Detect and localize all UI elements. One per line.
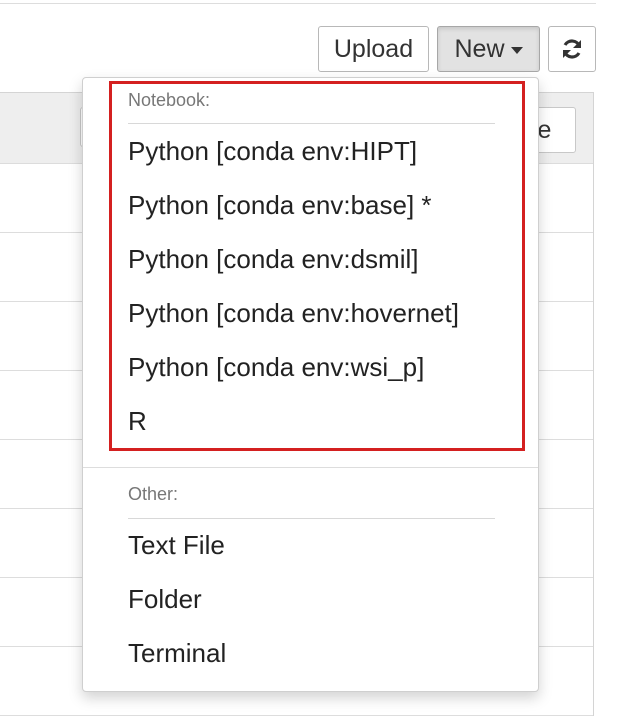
new-dropdown-menu: Notebook: Python [conda env:HIPT] Python… <box>82 77 539 692</box>
menu-item-text-file[interactable]: Text File <box>128 530 225 561</box>
upload-button[interactable]: Upload <box>318 26 429 72</box>
notebook-section-header: Notebook: <box>128 90 211 110</box>
menu-item-python-base[interactable]: Python [conda env:base] * <box>128 190 432 221</box>
menu-divider <box>83 467 538 468</box>
refresh-icon <box>562 39 582 59</box>
new-button-label: New <box>454 35 505 63</box>
other-section-header: Other: <box>128 484 179 504</box>
menu-item-python-hovernet[interactable]: Python [conda env:hovernet] <box>128 298 459 329</box>
section-divider <box>128 123 495 124</box>
menu-item-r[interactable]: R <box>128 406 147 437</box>
section-divider <box>128 518 495 519</box>
menu-item-python-wsi-p[interactable]: Python [conda env:wsi_p] <box>128 352 424 383</box>
new-dropdown-button[interactable]: New <box>437 26 540 72</box>
caret-down-icon <box>510 46 523 54</box>
menu-item-python-dsmil[interactable]: Python [conda env:dsmil] <box>128 244 419 275</box>
menu-item-folder[interactable]: Folder <box>128 584 202 615</box>
top-border <box>0 0 596 4</box>
refresh-button[interactable] <box>548 26 596 72</box>
menu-item-terminal[interactable]: Terminal <box>128 638 226 669</box>
menu-item-python-hipt[interactable]: Python [conda env:HIPT] <box>128 136 417 167</box>
file-browser-page: ze Upload New Notebook: Python [conda en… <box>0 0 636 716</box>
